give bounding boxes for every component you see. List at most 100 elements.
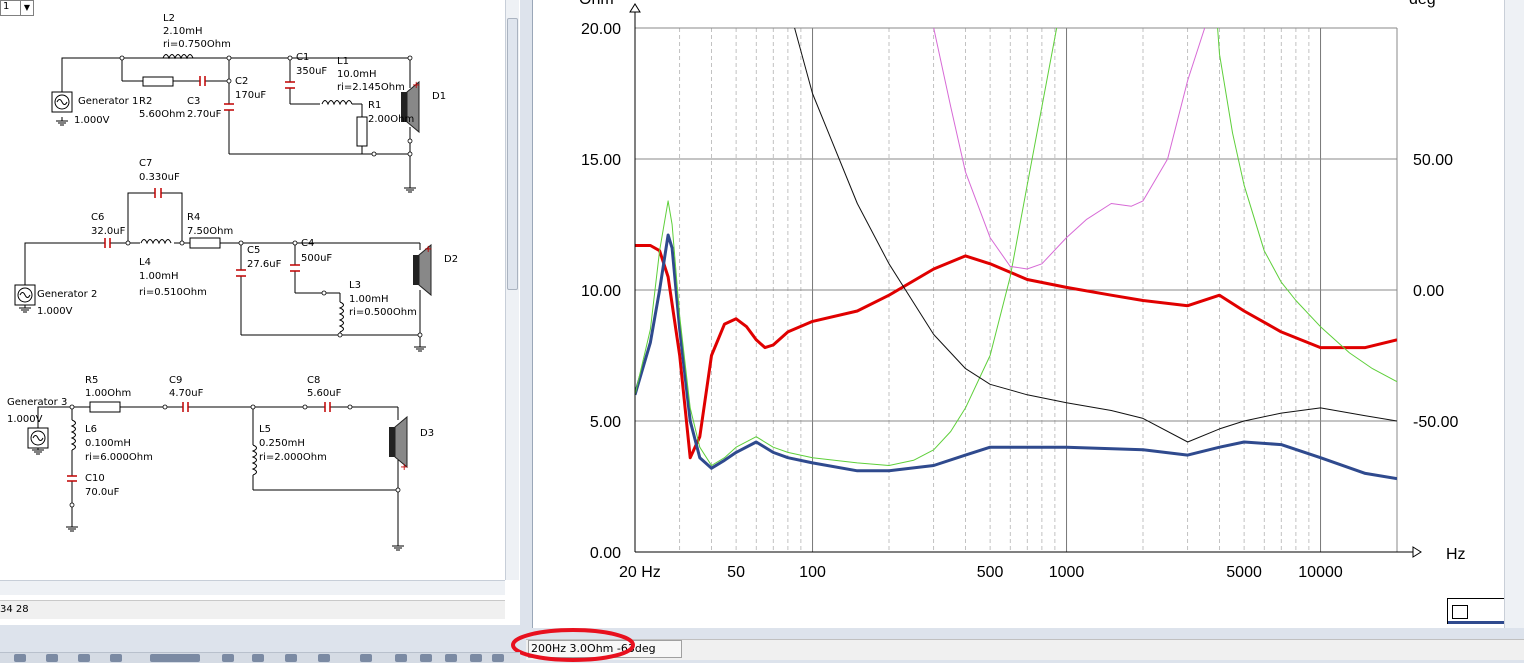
y-left-tick-label: 15.00: [581, 152, 621, 169]
l2-value: 2.10mH: [163, 26, 203, 37]
y-axis-arrow-icon: [629, 3, 641, 13]
schematic-status-bar: 34 28: [0, 600, 505, 619]
driver-d3-symbol[interactable]: +: [389, 415, 408, 473]
chart-axes: [629, 3, 1422, 558]
x-tick-label: 100: [799, 564, 826, 581]
c4-value: 500uF: [301, 253, 332, 264]
taskbar-icon[interactable]: [78, 654, 90, 662]
c5-label: C5: [247, 245, 260, 256]
y-left-tick-label: 5.00: [590, 414, 621, 431]
series-line-3: [1217, 28, 1397, 383]
x-tick-label: 50: [727, 564, 745, 581]
l4-value: 1.00mH: [139, 271, 179, 282]
l6-label: L6: [85, 424, 97, 435]
y-left-tick-label: 10.00: [581, 283, 621, 300]
l6-ri: ri=6.000Ohm: [85, 452, 153, 463]
chart-tick-labels: 20 Hz 50 100 500 1000 5000 10000 20.00 15.00 10.0…: [581, 21, 1459, 581]
l2-label: L2: [163, 13, 175, 24]
y-left-tick-label: 0.00: [590, 545, 621, 562]
l1-label: L1: [337, 56, 349, 67]
legend-swatch: [1452, 605, 1468, 619]
x-axis-arrow-icon: [1412, 546, 1422, 558]
c1-label: C1: [296, 52, 309, 63]
c8-value: 5.60uF: [307, 388, 342, 399]
impedance-chart[interactable]: 20 Hz 50 100 500 1000 5000 10000 20.00 15.00 10.0…: [533, 0, 1505, 628]
d3-label: D3: [420, 428, 434, 439]
taskbar-icon[interactable]: [470, 654, 482, 662]
l4-label: L4: [139, 257, 151, 268]
taskbar-icon[interactable]: [222, 654, 234, 662]
r4-value: 7.50Ohm: [187, 226, 233, 237]
x-unit: Hz: [1446, 546, 1466, 563]
x-tick-label: 10000: [1298, 564, 1343, 581]
taskbar-icon[interactable]: [492, 654, 504, 662]
c8-label: C8: [307, 375, 320, 386]
svg-text:+: +: [424, 244, 432, 255]
svg-text:+: +: [400, 462, 408, 473]
l6-value: 0.100mH: [85, 438, 131, 449]
taskbar-icon[interactable]: [360, 654, 372, 662]
c3-value: 2.70uF: [187, 109, 222, 120]
c5-value: 27.6uF: [247, 259, 282, 270]
taskbar-icon[interactable]: [252, 654, 264, 662]
taskbar-icon[interactable]: [420, 654, 432, 662]
l5-label: L5: [259, 424, 271, 435]
chart-grid: [634, 27, 1398, 552]
taskbar-icon[interactable]: [46, 654, 58, 662]
schematic-window[interactable]: 1 ▼ + + + Generator 1 1.000V L2 2.10mH r…: [0, 0, 521, 625]
c6-label: C6: [91, 212, 104, 223]
taskbar-icon[interactable]: [445, 654, 457, 662]
taskbar-icon[interactable]: [318, 654, 330, 662]
driver-d2-symbol[interactable]: +: [413, 243, 432, 297]
schematic-scroll-thumb[interactable]: [507, 18, 518, 290]
x-tick-label: 1000: [1049, 564, 1085, 581]
schematic-status-text: 34 28: [0, 604, 29, 615]
c7-value: 0.330uF: [139, 172, 180, 183]
generator-3-symbol[interactable]: [27, 427, 49, 449]
l3-label: L3: [349, 280, 361, 291]
generator-2-symbol[interactable]: [14, 284, 36, 306]
l5-ri: ri=2.000Ohm: [259, 452, 327, 463]
l4-ri: ri=0.510Ohm: [139, 287, 207, 298]
c2-value: 170uF: [235, 90, 266, 101]
l1-value: 10.0mH: [337, 69, 377, 80]
y-right-tick-label: 50.00: [1413, 152, 1453, 169]
l3-ri: ri=0.500Ohm: [349, 307, 417, 318]
taskbar-icon[interactable]: [285, 654, 297, 662]
c9-label: C9: [169, 375, 182, 386]
c7-label: C7: [139, 158, 152, 169]
legend-box[interactable]: [1447, 598, 1505, 624]
l3-value: 1.00mH: [349, 294, 389, 305]
gen1-voltage: 1.000V: [74, 115, 110, 126]
series-line-1: [635, 233, 1397, 481]
c3-label: C3: [187, 96, 200, 107]
c10-label: C10: [85, 473, 105, 484]
series-line-4: [794, 28, 1397, 443]
c1-value: 350uF: [296, 66, 327, 77]
c6-value: 32.0uF: [91, 226, 126, 237]
chart-series: [635, 28, 1397, 481]
series-line-2: [635, 28, 1058, 466]
x-tick-label: 500: [977, 564, 1004, 581]
taskbar-icon[interactable]: [150, 654, 200, 662]
schematic-canvas[interactable]: + + + Generator 1 1.000V L2 2.10mH ri=0.…: [0, 0, 505, 580]
d2-label: D2: [444, 254, 458, 265]
y-right-tick-label: -50.00: [1413, 414, 1458, 431]
taskbar-icon[interactable]: [14, 654, 26, 662]
legend-line: [1448, 621, 1504, 624]
graph-window[interactable]: 20 Hz 50 100 500 1000 5000 10000 20.00 15.00 10.0…: [532, 0, 1505, 628]
gen3-voltage: 1.000V: [7, 414, 43, 425]
y-left-unit: Ohm: [579, 0, 614, 8]
graph-right-scrollbar[interactable]: [1504, 0, 1524, 628]
r5-label: R5: [85, 375, 98, 386]
taskbar-icon[interactable]: [395, 654, 407, 662]
r1-label: R1: [368, 100, 381, 111]
window-splitter[interactable]: [520, 0, 532, 625]
c9-value: 4.70uF: [169, 388, 204, 399]
x-tick-label: 5000: [1226, 564, 1262, 581]
generator-1-symbol[interactable]: [51, 91, 73, 113]
highlight-ellipse: [511, 628, 635, 662]
taskbar-icon[interactable]: [110, 654, 122, 662]
schematic-horizontal-scrollbar[interactable]: [0, 580, 505, 595]
r2-value: 5.60Ohm: [139, 109, 185, 120]
